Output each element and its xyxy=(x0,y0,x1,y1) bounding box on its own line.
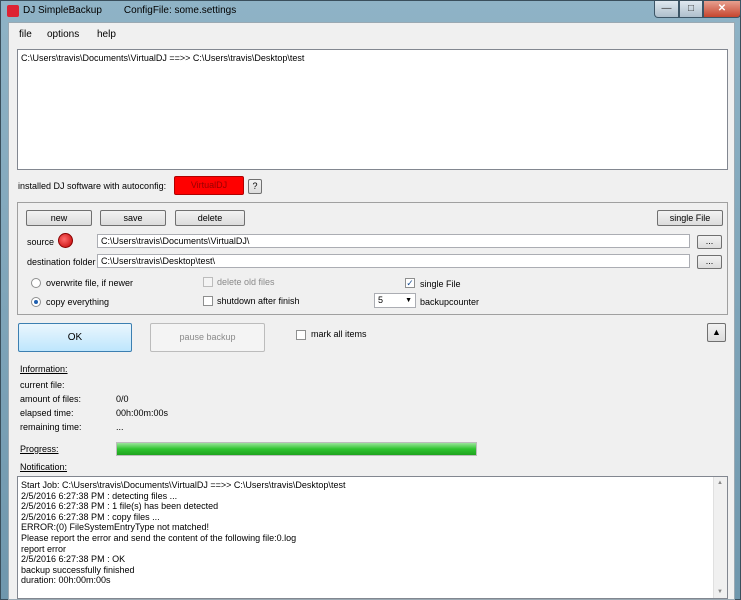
overwrite-option-label: overwrite file, if newer xyxy=(46,278,134,288)
notification-scrollbar[interactable]: ▲ ▼ xyxy=(713,477,727,598)
shutdown-label: shutdown after finish xyxy=(217,296,300,306)
destination-browse-button[interactable]: ... xyxy=(697,255,722,269)
chevron-down-icon: ▼ xyxy=(405,297,412,304)
notification-heading: Notification: xyxy=(20,462,68,472)
backupcounter-label: backupcounter xyxy=(420,297,480,307)
remaining-time-label: remaining time: xyxy=(20,422,82,432)
notification-line: backup successfully finished xyxy=(21,564,135,575)
delete-button[interactable]: delete xyxy=(175,210,245,226)
notification-line: report error xyxy=(21,543,67,554)
maximize-button[interactable]: □ xyxy=(679,1,703,18)
virtualdj-button[interactable]: VirtualDJ xyxy=(174,176,244,195)
app-title: DJ SimpleBackup xyxy=(23,5,102,16)
save-button[interactable]: save xyxy=(100,210,166,226)
notification-line: Start Job: C:\Users\travis\Documents\Vir… xyxy=(21,480,346,490)
title-bar[interactable]: DJ SimpleBackup ConfigFile: some.settings… xyxy=(1,1,741,21)
copy-everything-radio[interactable] xyxy=(31,297,41,307)
app-window: DJ SimpleBackup ConfigFile: some.settings… xyxy=(0,0,741,600)
source-browse-button[interactable]: ... xyxy=(697,235,722,249)
notification-line: 2/5/2016 6:27:38 PM : OK xyxy=(21,554,126,565)
notification-line: duration: 00h:00m:00s xyxy=(21,575,111,586)
backupcounter-value: 5 xyxy=(378,295,384,305)
mark-all-items-checkbox[interactable] xyxy=(296,330,306,340)
minimize-button[interactable]: — xyxy=(654,1,679,18)
config-file-label: ConfigFile: some.settings xyxy=(123,5,237,16)
client-area: file options help C:\Users\travis\Docume… xyxy=(8,22,735,600)
destination-path-field[interactable]: C:\Users\travis\Desktop\test\ xyxy=(97,254,690,268)
single-file-button[interactable]: single File xyxy=(657,210,723,226)
notification-line: 2/5/2016 6:27:38 PM : detecting files ..… xyxy=(21,490,178,501)
amount-of-files-value: 0/0 xyxy=(116,394,129,404)
notification-line: 2/5/2016 6:27:38 PM : 1 file(s) has been… xyxy=(21,501,219,512)
menu-bar: file options help xyxy=(9,23,734,45)
delete-old-files-checkbox[interactable] xyxy=(203,277,213,287)
elapsed-time-value: 00h:00m:00s xyxy=(116,408,169,418)
scroll-up-arrow-icon[interactable]: ▲ xyxy=(717,480,723,486)
progress-bar-fill xyxy=(117,443,476,455)
source-path-field[interactable]: C:\Users\travis\Documents\VirtualDJ\ xyxy=(97,234,690,248)
elapsed-time-label: elapsed time: xyxy=(20,408,74,418)
remaining-time-value: ... xyxy=(116,422,124,432)
mark-all-items-label: mark all items xyxy=(311,329,367,339)
single-file-checkbox-label: single File xyxy=(420,279,461,289)
vinyl-record-icon xyxy=(58,233,73,248)
autoconfig-label: installed DJ software with autoconfig: xyxy=(18,181,167,191)
notification-line: ERROR:(0) FileSystemEntryType not matche… xyxy=(21,522,210,533)
amount-of-files-label: amount of files: xyxy=(20,394,82,404)
scroll-down-arrow-icon[interactable]: ▼ xyxy=(717,589,723,595)
pause-backup-button[interactable]: pause backup xyxy=(150,323,265,352)
backupcounter-select[interactable]: 5 ▼ xyxy=(374,293,416,308)
notification-line: Please report the error and send the con… xyxy=(21,532,297,543)
single-file-checkbox[interactable]: ✓ xyxy=(405,278,415,288)
progress-bar xyxy=(116,442,477,456)
copy-everything-label: copy everything xyxy=(46,297,110,307)
new-button[interactable]: new xyxy=(26,210,92,226)
notification-lines: Start Job: C:\Users\travis\Documents\Vir… xyxy=(21,480,711,586)
notification-line: 2/5/2016 6:27:38 PM : copy files ... xyxy=(21,511,160,522)
current-file-label: current file: xyxy=(20,380,65,390)
shutdown-checkbox[interactable] xyxy=(203,296,213,306)
collapse-up-button[interactable]: ▲ xyxy=(707,323,726,342)
menu-options[interactable]: options xyxy=(47,29,79,40)
autoconfig-help-button[interactable]: ? xyxy=(248,179,262,194)
radio-selected-dot xyxy=(34,300,38,304)
app-icon xyxy=(7,5,19,17)
window-title: DJ SimpleBackup ConfigFile: some.settings xyxy=(23,5,236,16)
progress-label: Progress: xyxy=(20,444,59,454)
source-label: source xyxy=(27,237,55,247)
menu-help[interactable]: help xyxy=(97,29,116,40)
close-button[interactable]: ✕ xyxy=(703,1,741,18)
information-heading: Information: xyxy=(20,364,68,374)
job-editor-panel: new save delete single File source C:\Us… xyxy=(17,202,728,315)
job-list-item[interactable]: C:\Users\travis\Documents\VirtualDJ ==>>… xyxy=(21,53,304,63)
delete-old-files-label: delete old files xyxy=(217,277,275,287)
overwrite-radio[interactable] xyxy=(31,278,41,288)
ok-button[interactable]: OK xyxy=(18,323,132,352)
destination-label: destination folder xyxy=(27,257,96,267)
jobs-listbox[interactable]: C:\Users\travis\Documents\VirtualDJ ==>>… xyxy=(17,49,728,170)
notification-log[interactable]: Start Job: C:\Users\travis\Documents\Vir… xyxy=(17,476,728,599)
menu-file[interactable]: file xyxy=(19,29,32,40)
